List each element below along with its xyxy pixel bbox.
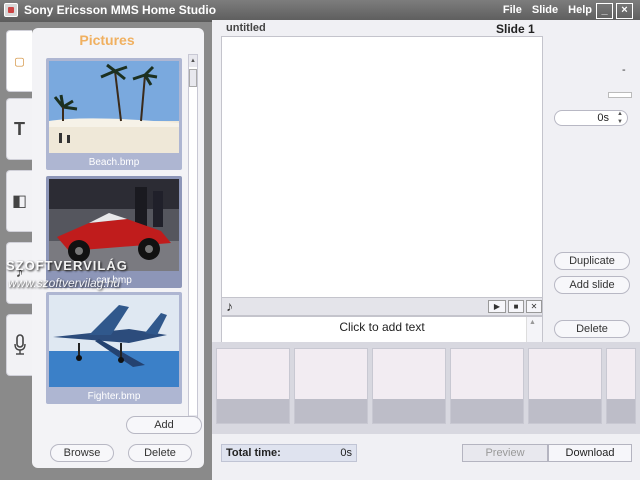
slide-slot[interactable] bbox=[294, 348, 368, 424]
picture-caption: Fighter.bmp bbox=[87, 391, 141, 402]
browse-button[interactable]: Browse bbox=[50, 444, 114, 462]
slide-strip bbox=[212, 342, 640, 434]
slide-slot[interactable] bbox=[528, 348, 602, 424]
scroll-thumb[interactable] bbox=[189, 69, 197, 87]
add-slide-button[interactable]: Add slide bbox=[554, 276, 630, 294]
slide-slot[interactable] bbox=[450, 348, 524, 424]
picture-item-beach[interactable]: Beach.bmp bbox=[46, 58, 182, 170]
slide-slot[interactable] bbox=[372, 348, 446, 424]
beach-image bbox=[49, 61, 179, 153]
total-time-value: 0s bbox=[340, 447, 352, 459]
sound-bar: ♪ ▶ ■ ✕ bbox=[221, 298, 543, 316]
slider-bar[interactable] bbox=[608, 92, 632, 98]
download-button[interactable]: Download bbox=[548, 444, 632, 462]
duplicate-button[interactable]: Duplicate bbox=[554, 252, 630, 270]
slide-canvas[interactable] bbox=[221, 36, 543, 298]
delete-picture-button[interactable]: Delete bbox=[128, 444, 192, 462]
minimize-button[interactable]: _ bbox=[596, 3, 613, 19]
menu-bar: File Slide Help bbox=[503, 4, 592, 16]
picture-tab-icon: ▢ bbox=[14, 55, 25, 68]
watermark-url: www.szoftvervilag.hu bbox=[8, 276, 121, 290]
total-time-box: Total time: 0s bbox=[221, 444, 357, 462]
frame-tab-icon: ◧ bbox=[11, 193, 28, 210]
close-button[interactable]: × bbox=[616, 3, 633, 19]
stop-icon[interactable]: ■ bbox=[508, 300, 524, 313]
menu-help[interactable]: Help bbox=[568, 4, 592, 16]
app-title: Sony Ericsson MMS Home Studio bbox=[24, 3, 217, 17]
picture-item-fighter[interactable]: Fighter.bmp bbox=[46, 292, 182, 404]
menu-slide[interactable]: Slide bbox=[532, 4, 558, 16]
watermark-title: SZOFTVERVILÁG bbox=[6, 258, 128, 273]
pictures-title: Pictures bbox=[79, 32, 135, 48]
microphone-tab-icon bbox=[13, 334, 26, 355]
tab-pictures[interactable]: ▢ bbox=[6, 30, 32, 92]
right-dash: - bbox=[622, 64, 626, 76]
scroll-up-icon[interactable]: ▲ bbox=[189, 55, 197, 67]
text-placeholder: Click to add text bbox=[339, 320, 425, 334]
title-bar: Sony Ericsson MMS Home Studio File Slide… bbox=[0, 0, 640, 22]
menu-file[interactable]: File bbox=[503, 4, 522, 16]
tab-frames[interactable]: ◧ bbox=[6, 170, 32, 232]
slide-slot[interactable] bbox=[606, 348, 636, 424]
document-name: untitled bbox=[226, 22, 266, 34]
pictures-scrollbar[interactable]: ▲ ▼ bbox=[188, 54, 198, 428]
tab-sounds[interactable]: ♪ bbox=[6, 242, 32, 304]
delete-slide-button[interactable]: Delete bbox=[554, 320, 630, 338]
app-icon bbox=[4, 3, 18, 17]
music-note-icon: ♪ bbox=[226, 298, 233, 314]
tab-text[interactable]: T bbox=[6, 98, 32, 160]
slide-number: Slide 1 bbox=[496, 22, 535, 36]
preview-button[interactable]: Preview bbox=[462, 444, 548, 462]
fighter-image bbox=[49, 295, 179, 387]
slide-slot[interactable] bbox=[216, 348, 290, 424]
tab-recording[interactable] bbox=[6, 314, 32, 376]
slide-duration-value: 0s bbox=[597, 112, 609, 124]
text-tab-icon: T bbox=[14, 118, 25, 139]
play-icon[interactable]: ▶ bbox=[488, 300, 506, 313]
slide-editor: untitled Slide 1 ♪ ▶ ■ ✕ Click to add te… bbox=[212, 20, 640, 480]
duration-spinner[interactable]: ▲ ▼ bbox=[614, 110, 626, 126]
picture-caption: Beach.bmp bbox=[88, 157, 140, 168]
add-picture-button[interactable]: Add bbox=[126, 416, 202, 434]
chevron-up-icon[interactable]: ▲ bbox=[529, 319, 536, 326]
remove-sound-icon[interactable]: ✕ bbox=[526, 300, 542, 313]
pictures-panel: Pictures Beach.bmp car.bmp Fighter.bmp ▲… bbox=[32, 28, 204, 468]
total-time-label: Total time: bbox=[226, 447, 281, 459]
